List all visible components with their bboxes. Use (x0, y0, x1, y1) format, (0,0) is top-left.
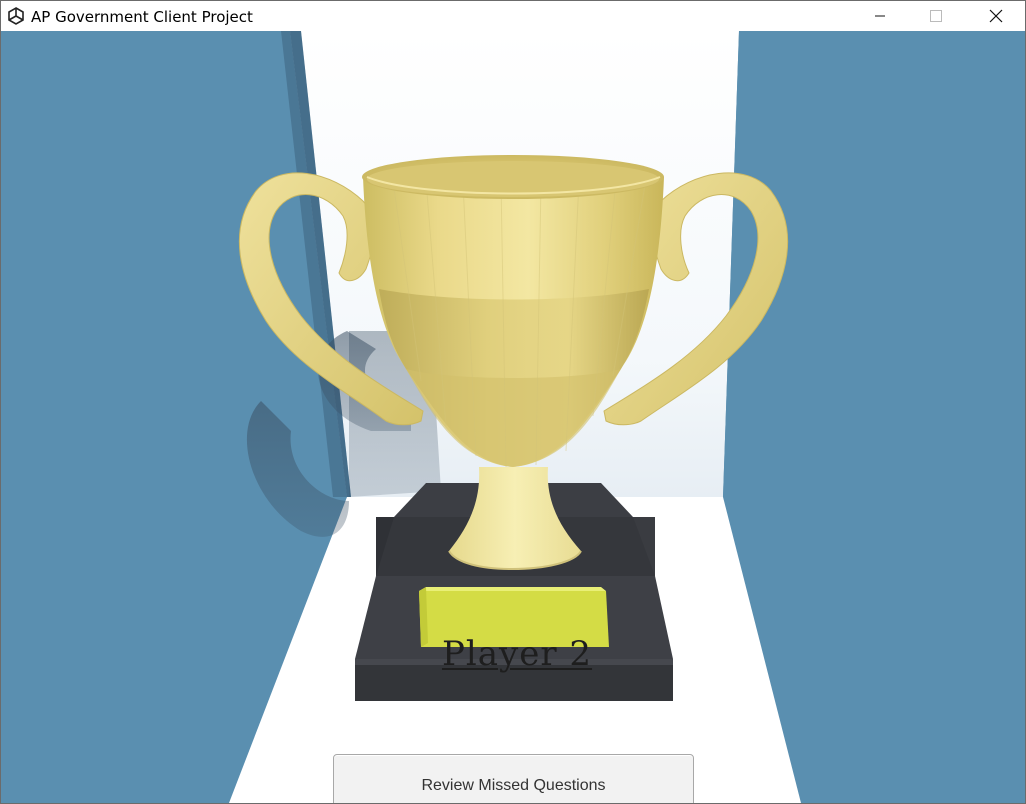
close-button[interactable] (973, 1, 1019, 31)
plaque-label: Player 2 (441, 634, 593, 674)
minimize-icon (875, 15, 885, 17)
close-icon (989, 9, 1003, 23)
maximize-icon (930, 10, 942, 22)
game-window: AP Government Client Project Player 2 Re… (0, 0, 1026, 804)
title-bar[interactable]: AP Government Client Project (1, 1, 1025, 31)
maximize-button[interactable] (913, 1, 959, 31)
minimize-button[interactable] (857, 1, 903, 31)
trophy-scene (1, 31, 1025, 803)
unity-icon (7, 7, 25, 25)
review-missed-questions-button[interactable]: Review Missed Questions (333, 754, 694, 803)
game-viewport: Player 2 Review Missed Questions (1, 31, 1025, 803)
window-title: AP Government Client Project (31, 8, 253, 26)
